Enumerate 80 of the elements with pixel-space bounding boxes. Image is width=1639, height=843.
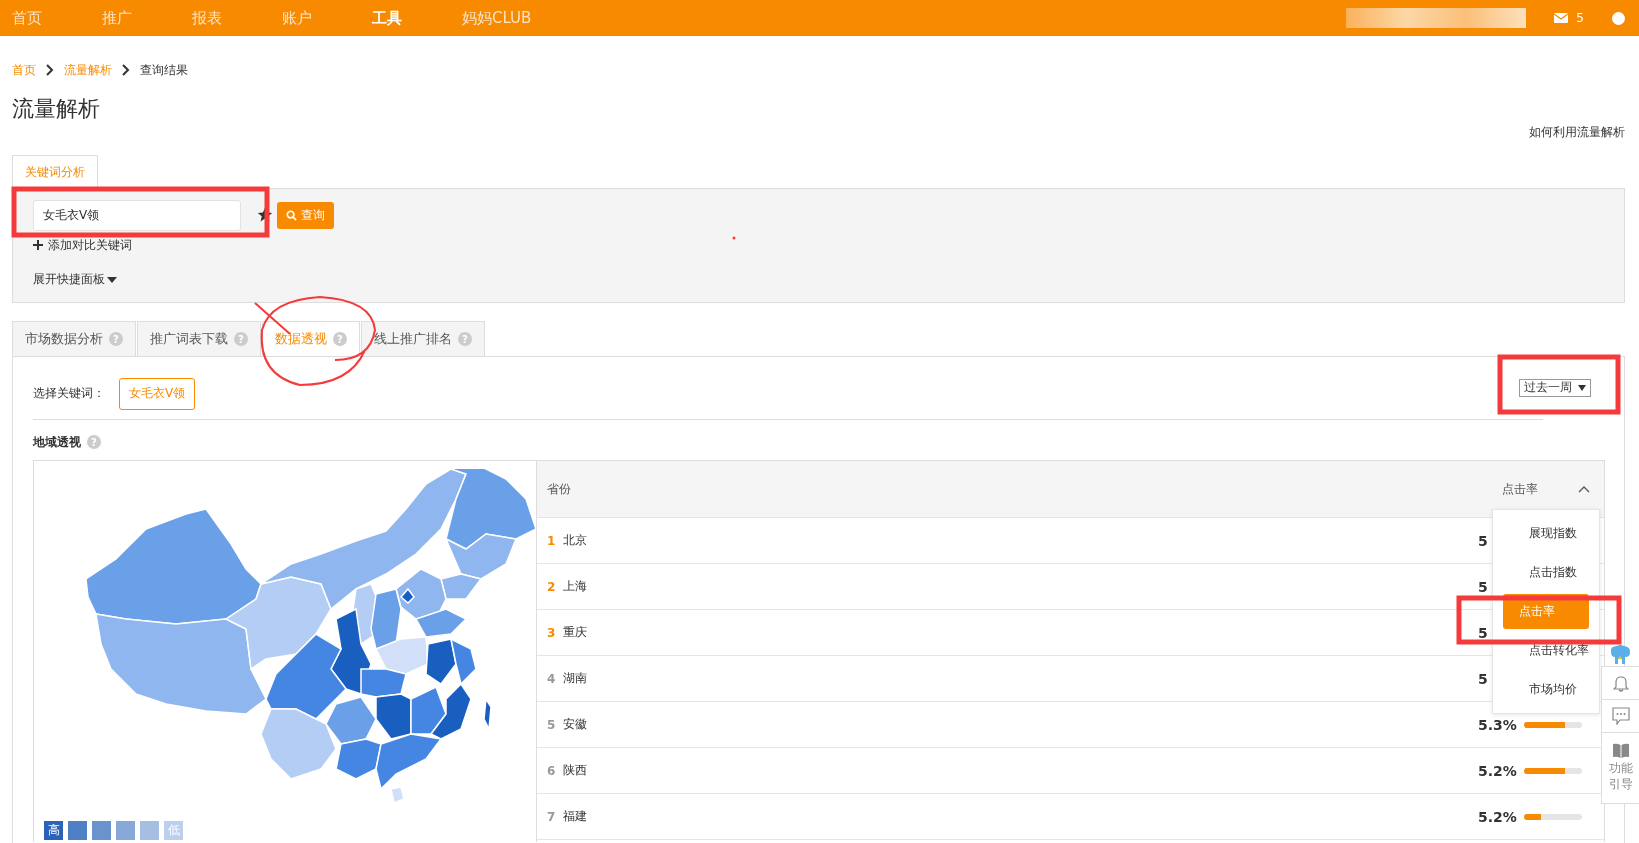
legend-swatch	[92, 821, 111, 840]
mail-icon[interactable]	[1554, 13, 1569, 23]
chat-icon	[1611, 707, 1630, 725]
rate-value: 5	[1478, 670, 1489, 687]
section-title: 地域透视	[33, 433, 81, 451]
page-title: 流量解析	[12, 95, 100, 123]
guide-button[interactable]: 功能引导	[1601, 732, 1639, 804]
bell-icon	[1612, 674, 1629, 692]
nav-item[interactable]: 妈妈CLUB	[462, 8, 532, 28]
plus-icon[interactable]	[33, 240, 43, 250]
rate-value: 5.3%	[1478, 716, 1518, 733]
column-header[interactable]: 点击率	[1502, 480, 1538, 498]
caret-icon[interactable]	[107, 276, 117, 283]
help-icon[interactable]: ?	[458, 332, 472, 346]
province-name: 重庆	[563, 624, 587, 641]
rank-number: 7	[547, 809, 557, 824]
book-icon	[1611, 743, 1630, 760]
tab[interactable]: 关键词分析	[12, 155, 98, 188]
province-name: 安徽	[563, 716, 587, 733]
chevron-right-icon	[122, 64, 130, 76]
legend-swatch	[140, 821, 159, 840]
annotation-dot	[732, 236, 736, 240]
rank-number: 1	[547, 533, 557, 548]
help-link[interactable]: 如何利用流量解析	[1529, 124, 1625, 140]
breadcrumb-link[interactable]: 流量解析	[64, 61, 112, 79]
help-icon[interactable]: ?	[234, 332, 248, 346]
help-icon[interactable]: ?	[109, 332, 123, 346]
rank-number: 5	[547, 717, 557, 732]
avatar[interactable]	[1612, 11, 1625, 25]
search-icon	[286, 209, 297, 221]
add-compare-link[interactable]: 添加对比关键词	[48, 236, 132, 254]
mail-count: 5	[1576, 11, 1584, 25]
keyword-label: 选择关键词：	[33, 385, 105, 402]
nav-item[interactable]: 推广	[102, 8, 132, 28]
rank-number: 2	[547, 579, 557, 594]
tab[interactable]: 数据透视 ?	[262, 321, 360, 356]
legend-swatch	[68, 821, 87, 840]
period-select[interactable]: 过去一周	[1519, 378, 1591, 397]
rate-value: 5	[1478, 624, 1489, 641]
province-name: 福建	[563, 808, 587, 825]
star-icon[interactable]	[257, 207, 273, 223]
legend-label: 高	[44, 821, 63, 840]
help-icon[interactable]: ?	[87, 435, 101, 449]
breadcrumb-current[interactable]: 查询结果	[140, 61, 188, 79]
expand-panel-link[interactable]: 展开快捷面板	[33, 271, 105, 288]
tab[interactable]: 市场数据分析 ?	[12, 321, 136, 356]
tab[interactable]: 推广词表下载 ?	[137, 321, 261, 356]
rate-value: 5	[1478, 532, 1489, 549]
keyword-chip[interactable]: 女毛衣V领	[119, 377, 196, 410]
search-button[interactable]: 查询	[277, 201, 334, 229]
province-name: 陕西	[563, 762, 587, 779]
chevron-right-icon	[46, 64, 54, 76]
nav-item[interactable]: 账户	[282, 8, 312, 28]
rank-number: 3	[547, 625, 557, 640]
menu-item[interactable]: 展现指数	[1503, 516, 1589, 551]
tab[interactable]: 线上推广排名 ?	[361, 321, 485, 356]
rate-value: 5.2%	[1478, 762, 1518, 779]
province-name: 上海	[563, 578, 587, 595]
province-name: 湖南	[563, 670, 587, 687]
nav-item[interactable]: 首页	[12, 8, 42, 28]
nav-item[interactable]: 报表	[192, 8, 222, 28]
breadcrumb-link[interactable]: 首页	[12, 61, 36, 79]
menu-item[interactable]: 点击转化率	[1503, 633, 1589, 668]
column-header: 省份	[547, 480, 571, 498]
help-icon[interactable]: ?	[333, 332, 347, 346]
chevron-up-icon[interactable]	[1578, 485, 1590, 493]
notification-button[interactable]	[1601, 666, 1639, 700]
elephant-mascot-icon[interactable]	[1608, 644, 1632, 666]
province-name: 北京	[563, 532, 587, 549]
legend-label: 低	[164, 821, 183, 840]
rank-number: 6	[547, 763, 557, 778]
rank-number: 4	[547, 671, 557, 686]
keyword-input[interactable]: 女毛衣V领	[33, 199, 241, 231]
menu-item[interactable]: 点击指数	[1503, 555, 1589, 590]
menu-item[interactable]: 市场均价	[1503, 672, 1589, 707]
legend-swatch	[116, 821, 135, 840]
caret-icon	[1578, 384, 1586, 391]
rate-value: 5	[1478, 578, 1489, 595]
nav-item[interactable]: 工具	[372, 8, 402, 28]
rate-value: 5.2%	[1478, 808, 1518, 825]
